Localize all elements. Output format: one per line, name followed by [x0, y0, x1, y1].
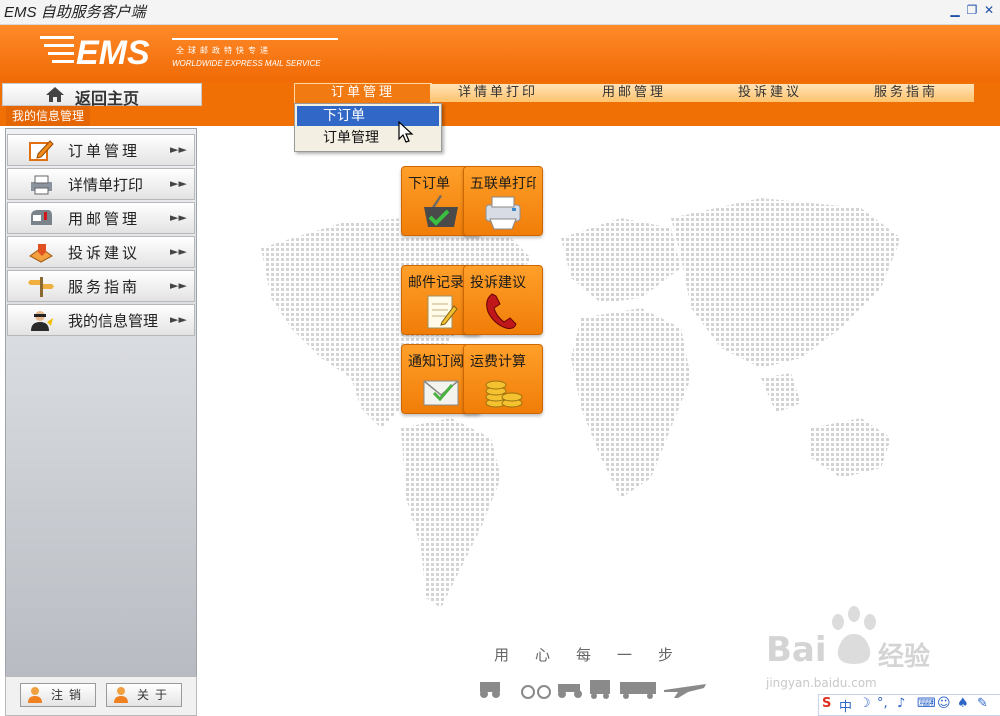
- user-logout-icon: [28, 687, 42, 703]
- tab-detail-print[interactable]: 详情单打印: [430, 84, 566, 102]
- tile-label: 投诉建议: [470, 275, 526, 291]
- logo-line1: 全球邮政特快专递: [176, 45, 272, 55]
- basket-icon: [424, 195, 458, 227]
- tab-mail-management[interactable]: 用邮管理: [566, 84, 702, 102]
- coins-icon: [485, 380, 523, 408]
- watermark-brand2: 经验: [878, 642, 931, 672]
- about-button[interactable]: 关于: [106, 683, 182, 707]
- edit-icon: [29, 140, 54, 161]
- complaint-icon: [29, 244, 53, 263]
- tab-order-management[interactable]: 订单管理: [294, 83, 432, 104]
- wrench-icon[interactable]: ✎: [977, 696, 988, 711]
- tab-service-guide[interactable]: 服务指南: [838, 84, 974, 102]
- ime-toolbar: S 中 ☽ °, ♪ ⌨ ☺ ♠ ✎: [818, 694, 1000, 716]
- logout-label: 注销: [51, 688, 88, 702]
- window-titlebar: EMS 自助服务客户端 ▁ ❐ ✕: [0, 0, 1000, 25]
- user-icon[interactable]: ☺: [937, 696, 951, 711]
- sidebar-footer: 注销 关于: [5, 676, 197, 716]
- ems-logo: EMS 全球邮政特快专递 WORLDWIDE EXPRESS MAIL SERV…: [40, 34, 338, 72]
- moon-icon[interactable]: ☽: [859, 696, 871, 711]
- home-button[interactable]: 返回主页: [2, 83, 202, 108]
- sidebar-item-label: 详情单打印: [68, 176, 144, 194]
- tile-complaints[interactable]: 投诉建议: [463, 265, 543, 335]
- restore-icon[interactable]: ❐: [965, 3, 979, 17]
- mouse-cursor-icon: [398, 121, 414, 143]
- ime-mode[interactable]: 中: [839, 696, 852, 715]
- microphone-icon[interactable]: ♪: [897, 696, 905, 711]
- user-icon: [31, 311, 53, 331]
- envelope-icon: [423, 380, 459, 406]
- sidebar-item-label: 我的信息管理: [68, 312, 159, 330]
- chevron-right-icon: ►►: [170, 313, 187, 326]
- printer-icon: [485, 196, 521, 230]
- tile-label: 运费计算: [470, 354, 526, 370]
- shirt-icon[interactable]: ♠: [957, 696, 969, 711]
- sidebar-item-mail-management[interactable]: 用邮管理 ►►: [7, 202, 195, 234]
- order-management-dropdown: 下订单 订单管理: [294, 103, 442, 152]
- punctuation-icon[interactable]: °,: [877, 696, 888, 711]
- watermark-url: jingyan.baidu.com: [766, 676, 877, 690]
- section-bar: 我的信息管理: [0, 106, 1000, 126]
- sogou-icon[interactable]: S: [822, 696, 831, 711]
- close-icon[interactable]: ✕: [982, 3, 996, 17]
- tile-five-copy-print[interactable]: 五联单打印: [463, 166, 543, 236]
- chevron-right-icon: ►►: [170, 245, 187, 258]
- mailbox-icon: [31, 210, 52, 225]
- keyboard-icon[interactable]: ⌨: [917, 696, 936, 711]
- slogan: 用心每一步: [494, 646, 700, 664]
- logout-button[interactable]: 注销: [20, 683, 96, 707]
- chevron-right-icon: ►►: [170, 211, 187, 224]
- paw-icon: [832, 606, 876, 664]
- window-title: EMS 自助服务客户端: [4, 4, 146, 21]
- tab-complaints[interactable]: 投诉建议: [702, 84, 838, 102]
- section-label[interactable]: 我的信息管理: [6, 106, 91, 126]
- sidebar-item-label: 投诉建议: [68, 244, 141, 262]
- minimize-icon[interactable]: ▁: [948, 3, 962, 17]
- printer-icon: [31, 175, 52, 195]
- tile-postage-calculator[interactable]: 运费计算: [463, 344, 543, 414]
- sidebar-item-my-info[interactable]: 我的信息管理 ►►: [7, 304, 195, 336]
- logo-brand: EMS: [76, 34, 150, 72]
- signpost-icon: [28, 277, 54, 297]
- window-controls: ▁ ❐ ✕: [948, 3, 996, 17]
- watermark-brand: Bai: [766, 630, 827, 670]
- tile-label: 五联单打印: [470, 176, 536, 192]
- vehicles-icon: [480, 680, 706, 699]
- logo-line2: WORLDWIDE EXPRESS MAIL SERVICE: [172, 59, 321, 68]
- telephone-icon: [486, 293, 517, 329]
- chevron-right-icon: ►►: [170, 143, 187, 156]
- sidebar-item-detail-print[interactable]: 详情单打印 ►►: [7, 168, 195, 200]
- sidebar: 订单管理 ►► 详情单打印 ►► 用邮管理 ►► 投诉建议 ►► 服务指南 ►►…: [5, 128, 197, 678]
- sidebar-item-label: 服务指南: [68, 278, 141, 296]
- sidebar-item-service-guide[interactable]: 服务指南 ►►: [7, 270, 195, 302]
- about-label: 关于: [137, 688, 174, 702]
- menu-item-order-management[interactable]: 订单管理: [297, 128, 439, 148]
- chevron-right-icon: ►►: [170, 177, 187, 190]
- baidu-watermark: Bai 经验 jingyan.baidu.com: [766, 606, 946, 690]
- notepad-icon: [427, 295, 458, 329]
- sidebar-item-label: 订单管理: [68, 142, 141, 160]
- sidebar-item-order-management[interactable]: 订单管理 ►►: [7, 134, 195, 166]
- chevron-right-icon: ►►: [170, 279, 187, 292]
- sidebar-item-label: 用邮管理: [68, 210, 141, 228]
- user-info-icon: [114, 687, 128, 703]
- menu-item-place-order[interactable]: 下订单: [297, 106, 439, 126]
- sidebar-item-complaints[interactable]: 投诉建议 ►►: [7, 236, 195, 268]
- home-icon: [46, 87, 64, 102]
